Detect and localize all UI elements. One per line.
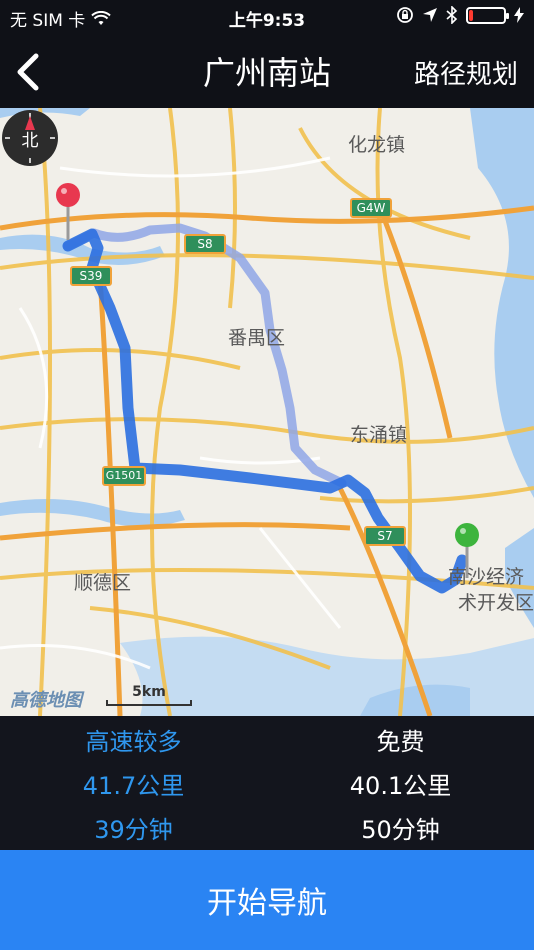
map-label-shunde: 顺德区 — [74, 572, 132, 594]
battery-icon — [466, 6, 509, 24]
scale-bar — [106, 700, 192, 706]
route-plan-button[interactable]: 路径规划 — [414, 54, 518, 91]
nav-bar: 广州南站 路径规划 — [0, 34, 534, 108]
highway-shield-g1501: G1501 — [102, 466, 146, 486]
status-icons — [396, 6, 524, 24]
rotation-lock-icon — [397, 7, 413, 23]
map-label-nansha-2: 术开发区 — [458, 592, 534, 614]
map-canvas — [0, 108, 534, 716]
status-bar: 无 SIM 卡 上午9:53 — [0, 0, 534, 34]
map-label-panyu: 番禺区 — [228, 327, 286, 349]
highway-shield-g4w: G4W — [350, 198, 392, 218]
route-option-1[interactable]: 高速较多 41.7公里 39分钟 — [0, 716, 267, 850]
battery-level — [469, 9, 473, 21]
map-label-nansha-1: 南沙经济 — [448, 566, 525, 588]
highway-shield-s7: S7 — [364, 526, 406, 546]
route-tag: 免费 — [376, 728, 425, 756]
location-icon — [423, 8, 437, 22]
route-distance: 41.7公里 — [82, 772, 185, 800]
scale-label: 5km — [132, 684, 166, 700]
highway-shield-s8: S8 — [184, 234, 226, 254]
route-option-2[interactable]: 免费 40.1公里 50分钟 — [267, 716, 534, 850]
compass-icon[interactable]: 北 — [0, 108, 60, 168]
map-logo: 高德地图 — [10, 690, 82, 711]
highway-shield-s39: S39 — [70, 266, 112, 286]
map-scale: 5km — [106, 684, 192, 708]
start-navigation-button[interactable]: 开始导航 — [0, 850, 534, 950]
route-distance: 40.1公里 — [349, 772, 452, 800]
bluetooth-icon — [446, 6, 458, 24]
route-duration: 50分钟 — [361, 816, 440, 844]
route-tag: 高速较多 — [85, 728, 182, 756]
charging-icon — [514, 7, 524, 23]
map-label-hualong: 化龙镇 — [348, 134, 406, 156]
route-options: 高速较多 41.7公里 39分钟 免费 40.1公里 50分钟 — [0, 716, 534, 850]
route-duration: 39分钟 — [94, 816, 173, 844]
map-label-dongchong: 东涌镇 — [350, 424, 408, 446]
compass-label: 北 — [22, 131, 39, 151]
map-view[interactable]: G4W S39 S8 G1501 S7 化龙镇 番禺区 东涌镇 顺德区 南沙经济… — [0, 108, 534, 716]
